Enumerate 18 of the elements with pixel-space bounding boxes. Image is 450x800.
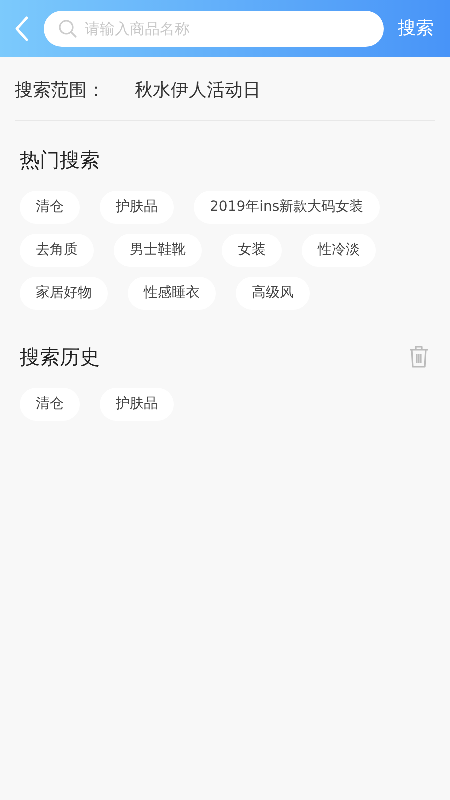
hot-search-tag[interactable]: 女装 [222, 234, 282, 267]
history-tag[interactable]: 清仓 [20, 388, 80, 421]
hot-search-tag[interactable]: 2019年ins新款大码女装 [194, 191, 380, 224]
section-title: 搜索历史 [20, 344, 100, 371]
section-title: 热门搜索 [20, 148, 100, 172]
delete-icon[interactable] [408, 344, 430, 370]
hot-search-tag[interactable]: 男士鞋靴 [114, 234, 202, 267]
hot-search-tag[interactable]: 性冷淡 [302, 234, 376, 267]
scope-value: 秋水伊人活动日 [135, 79, 261, 103]
hot-search-tag[interactable]: 性感睡衣 [128, 277, 216, 310]
history-tag[interactable]: 护肤品 [100, 388, 174, 421]
hot-search-tag[interactable]: 清仓 [20, 191, 80, 224]
hot-search-tag[interactable]: 高级风 [236, 277, 310, 310]
hot-search-tag[interactable]: 护肤品 [100, 191, 174, 224]
search-icon [58, 18, 78, 38]
hot-search-tag[interactable]: 家居好物 [20, 277, 108, 310]
scope-label: 搜索范围： [15, 79, 105, 103]
hot-search-tag[interactable]: 去角质 [20, 234, 94, 267]
